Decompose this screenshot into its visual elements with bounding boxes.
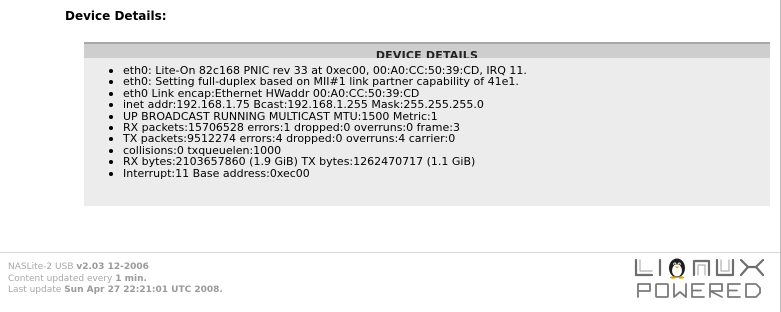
bullet-icon — [109, 171, 113, 176]
bullet-icon — [109, 80, 113, 85]
footer-update-line: Content updated every 1 min. — [8, 274, 223, 286]
footer-last-update-value: Sun Apr 27 22:21:01 UTC 2008. — [64, 285, 223, 295]
device-details-body: eth0: Lite-On 82c168 PNIC rev 33 at 0xec… — [84, 58, 770, 206]
page: Device Details: DEVICE DETAILS eth0: Lit… — [0, 0, 781, 312]
bullet-icon — [109, 114, 113, 119]
footer-version: v2.03 12-2006 — [76, 262, 149, 272]
device-details-panel: DEVICE DETAILS eth0: Lite-On 82c168 PNIC… — [84, 42, 770, 206]
footer-last-update-line: Last update Sun Apr 27 22:21:01 UTC 2008… — [8, 285, 223, 297]
list-item-text: Interrupt:11 Base address:0xec00 — [123, 166, 310, 180]
bullet-icon — [109, 91, 113, 96]
footer-product-line: NASLite-2 USB v2.03 12-2006 — [8, 262, 223, 274]
bullet-icon — [109, 160, 113, 165]
list-item: Interrupt:11 Base address:0xec00 — [107, 166, 770, 180]
tux-penguin-icon — [669, 258, 685, 279]
device-details-header: DEVICE DETAILS — [84, 42, 770, 62]
footer-update-interval: 1 min. — [115, 273, 147, 284]
footer-divider — [0, 252, 780, 253]
section-heading: Device Details: — [65, 9, 167, 23]
device-details-list: eth0: Lite-On 82c168 PNIC rev 33 at 0xec… — [84, 58, 770, 179]
bullet-icon — [109, 69, 113, 73]
footer: NASLite-2 USB v2.03 12-2006 Content upda… — [8, 262, 223, 297]
footer-product: NASLite-2 USB — [8, 262, 74, 272]
linux-powered-logo — [632, 255, 770, 300]
bullet-icon — [109, 148, 113, 153]
footer-last-update-prefix: Last update — [8, 285, 62, 295]
bullet-icon — [109, 103, 113, 108]
bullet-icon — [109, 137, 113, 142]
footer-update-prefix: Content updated every — [8, 273, 113, 284]
bullet-icon — [109, 126, 113, 131]
